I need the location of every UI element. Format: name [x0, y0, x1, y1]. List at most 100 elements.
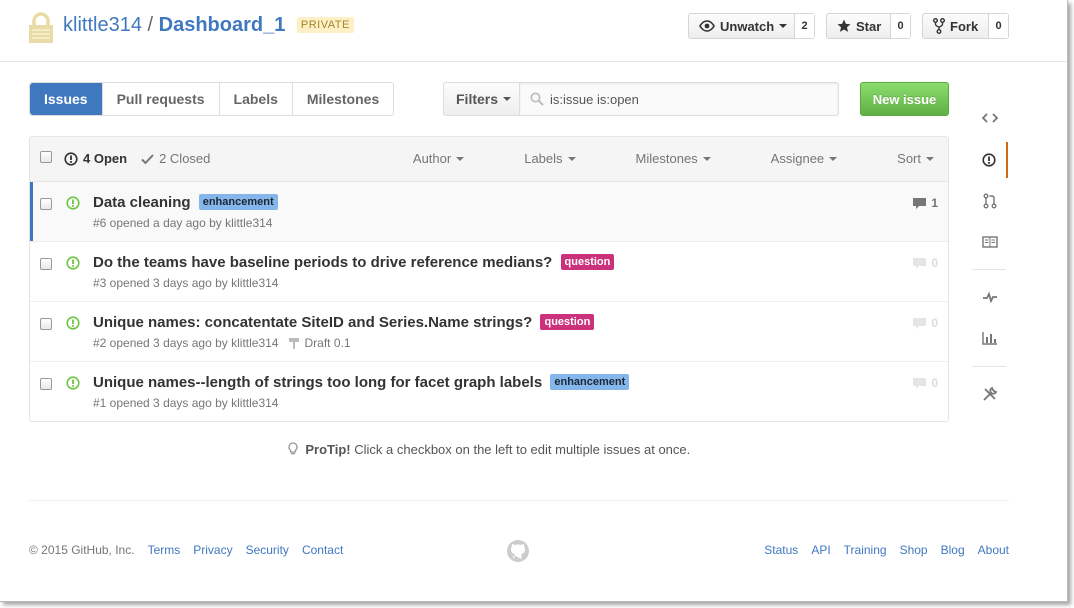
comments-link[interactable]: 0: [912, 316, 938, 330]
new-issue-button[interactable]: New issue: [860, 82, 949, 116]
issue-row[interactable]: Unique names: concatentate SiteID and Se…: [30, 302, 948, 362]
fork-button[interactable]: Fork 0: [922, 13, 1009, 39]
sidebar-item-pulse[interactable]: [972, 279, 1008, 315]
issue-checkbox[interactable]: [40, 198, 52, 210]
select-all-checkbox[interactable]: [40, 151, 52, 163]
filters-label: Filters: [456, 91, 499, 107]
filter-menus: Author Labels Milestones Assignee Sort: [353, 151, 934, 166]
sidebar-item-code[interactable]: [972, 100, 1008, 136]
tab-milestones[interactable]: Milestones: [293, 83, 393, 115]
footer-link-contact[interactable]: Contact: [302, 543, 343, 557]
chevron-down-icon: [456, 157, 465, 161]
footer-link-blog[interactable]: Blog: [941, 543, 965, 557]
issue-label[interactable]: question: [540, 314, 595, 330]
sort-menu-label: Sort: [897, 151, 921, 166]
comment-count: 0: [931, 256, 938, 270]
comments-link[interactable]: 0: [912, 376, 938, 390]
footer-link-api[interactable]: API: [811, 543, 830, 557]
footer-link-privacy[interactable]: Privacy: [193, 543, 232, 557]
private-badge: PRIVATE: [296, 17, 354, 33]
repo-title: klittle314 / Dashboard_1 PRIVATE: [63, 14, 354, 37]
issue-meta-text: #2 opened 3 days ago by klittle314: [93, 336, 279, 350]
labels-menu-label: Labels: [524, 151, 563, 166]
footer-link-training[interactable]: Training: [844, 543, 887, 557]
issues-table-header: 4 Open 2 Closed Author Labels Milestones…: [30, 137, 948, 182]
footer-link-status[interactable]: Status: [764, 543, 798, 557]
site-footer: © 2015 GitHub, Inc. Terms Privacy Securi…: [29, 500, 1009, 600]
assignee-menu[interactable]: Assignee: [741, 151, 838, 166]
issue-meta: #1 opened 3 days ago by klittle314: [93, 396, 279, 410]
fork-label: Fork: [950, 18, 979, 34]
fork-count[interactable]: 0: [988, 14, 1008, 38]
issue-title: Do the teams have baseline periods to dr…: [93, 254, 615, 271]
repo-name-link[interactable]: Dashboard_1: [159, 14, 286, 36]
issue-opened-icon: [66, 316, 80, 330]
book-icon: [982, 236, 998, 248]
issue-title-link[interactable]: Unique names--length of strings too long…: [93, 374, 542, 391]
tab-labels[interactable]: Labels: [220, 83, 293, 115]
footer-link-security[interactable]: Security: [246, 543, 289, 557]
comments-link[interactable]: 0: [912, 256, 938, 270]
chevron-down-icon: [926, 157, 934, 161]
footer-link-terms[interactable]: Terms: [148, 543, 181, 557]
issue-search: [519, 82, 839, 116]
milestone-icon: [289, 338, 300, 349]
sidebar-item-wiki[interactable]: [972, 224, 1008, 260]
assignee-menu-label: Assignee: [770, 151, 825, 166]
check-icon: [141, 153, 154, 164]
protip-label: ProTip!: [305, 442, 351, 457]
unwatch-label: Unwatch: [720, 18, 775, 34]
issue-label[interactable]: question: [560, 254, 615, 270]
issue-meta: #6 opened a day ago by klittle314: [93, 216, 273, 230]
footer-link-about[interactable]: About: [978, 543, 1009, 557]
sidebar-item-pull-requests[interactable]: [972, 183, 1008, 219]
open-issues-link[interactable]: 4 Open: [64, 151, 127, 166]
chevron-down-icon: [829, 157, 838, 161]
footer-link-shop[interactable]: Shop: [900, 543, 928, 557]
filters-dropdown[interactable]: Filters: [443, 82, 520, 116]
closed-issues-link[interactable]: 2 Closed: [141, 151, 210, 166]
issue-row[interactable]: Data cleaning enhancement #6 opened a da…: [30, 182, 948, 242]
light-bulb-icon: [288, 442, 298, 455]
issue-states: 4 Open 2 Closed: [64, 151, 224, 166]
star-label: Star: [856, 18, 882, 34]
tab-issues[interactable]: Issues: [30, 83, 103, 115]
sidebar-item-graphs[interactable]: [972, 320, 1008, 356]
watch-count[interactable]: 2: [794, 14, 814, 38]
issue-title: Unique names: concatentate SiteID and Se…: [93, 314, 595, 331]
issue-checkbox[interactable]: [40, 258, 52, 270]
comments-link[interactable]: 1: [912, 196, 938, 210]
chevron-down-icon: [503, 97, 512, 101]
labels-menu[interactable]: Labels: [494, 151, 576, 166]
issue-title-link[interactable]: Do the teams have baseline periods to dr…: [93, 254, 552, 271]
issue-checkbox[interactable]: [40, 318, 52, 330]
issue-meta: #3 opened 3 days ago by klittle314: [93, 276, 279, 290]
milestone-link[interactable]: Draft 0.1: [288, 336, 351, 350]
sidebar-item-issues[interactable]: [972, 142, 1008, 178]
github-mark-icon[interactable]: [506, 539, 530, 563]
issue-row[interactable]: Do the teams have baseline periods to dr…: [30, 242, 948, 302]
author-menu[interactable]: Author: [383, 151, 465, 166]
issue-checkbox[interactable]: [40, 378, 52, 390]
issue-row[interactable]: Unique names--length of strings too long…: [30, 362, 948, 421]
star-count[interactable]: 0: [890, 14, 910, 38]
issue-label[interactable]: enhancement: [550, 374, 630, 390]
issue-title-link[interactable]: Data cleaning: [93, 194, 191, 211]
repo-owner-link[interactable]: klittle314: [63, 14, 142, 36]
chevron-down-icon: [702, 157, 711, 161]
comment-icon: [913, 377, 927, 389]
sort-menu[interactable]: Sort: [867, 151, 934, 166]
issue-opened-icon: [66, 376, 80, 390]
search-input[interactable]: [550, 91, 830, 107]
unwatch-button[interactable]: Unwatch 2: [688, 13, 815, 39]
issue-label[interactable]: enhancement: [198, 194, 278, 210]
open-count: 4 Open: [83, 151, 128, 166]
star-button[interactable]: Star 0: [826, 13, 911, 39]
comment-count: 0: [931, 316, 938, 330]
sidebar-item-settings[interactable]: [972, 376, 1008, 412]
issue-title-link[interactable]: Unique names: concatentate SiteID and Se…: [93, 314, 532, 331]
milestones-menu[interactable]: Milestones: [606, 151, 711, 166]
tab-pull-requests[interactable]: Pull requests: [103, 83, 220, 115]
issue-title: Data cleaning enhancement: [93, 194, 278, 211]
comment-count: 0: [931, 376, 938, 390]
